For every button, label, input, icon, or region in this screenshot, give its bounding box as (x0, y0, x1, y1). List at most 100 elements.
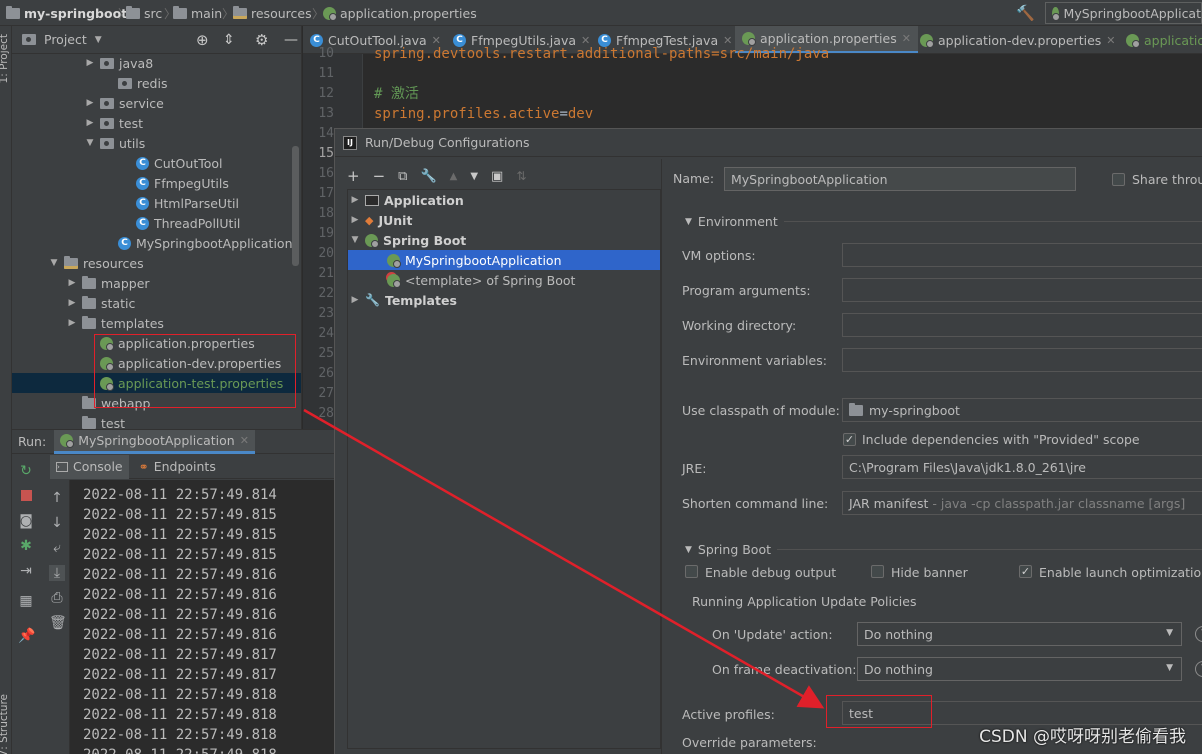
folder-icon (82, 415, 96, 429)
chevron-down-icon[interactable]: ▼ (49, 258, 59, 268)
breadcrumb-resources[interactable]: resources (233, 4, 312, 22)
share-checkbox[interactable] (1112, 173, 1125, 186)
environment-variables-field[interactable] (842, 348, 1202, 372)
tab-endpoints[interactable]: ⚭ Endpoints (139, 459, 216, 474)
run-tab[interactable]: MySpringbootApplication ✕ (54, 429, 255, 454)
debug-output-checkbox[interactable] (685, 565, 698, 578)
minimize-icon[interactable]: — (284, 32, 298, 48)
exit-icon[interactable]: ⇥ (18, 563, 34, 579)
on-frame-deactivation-combo[interactable]: Do nothing ▼ (857, 657, 1182, 681)
chevron-right-icon[interactable]: ▶ (67, 298, 77, 308)
chevron-right-icon[interactable]: ▶ (350, 295, 360, 305)
breadcrumb-project[interactable]: my-springboot (6, 4, 127, 22)
tree-item-htmlparseutil[interactable]: C HtmlParseUtil (12, 193, 301, 213)
config-tree-spring-boot[interactable]: ▼ Spring Boot (348, 230, 660, 250)
tree-item-cutouttool[interactable]: C CutOutTool (12, 153, 301, 173)
project-tool-button[interactable]: 1: Project (0, 34, 10, 83)
console-output[interactable]: 2022-08-11 22:57:49.814 2022-08-11 22:57:… (70, 480, 334, 754)
tree-item-java8[interactable]: ▶ java8 (12, 53, 301, 73)
config-tree-template[interactable]: <template> of Spring Boot (348, 270, 660, 290)
tree-item-ffmpegutils[interactable]: C FfmpegUtils (12, 173, 301, 193)
tab-console[interactable]: › Console (50, 454, 129, 479)
breadcrumb-file[interactable]: application.properties (323, 4, 477, 22)
launch-optimization-checkbox[interactable]: ✓ (1019, 565, 1032, 578)
vm-options-field[interactable] (842, 243, 1202, 267)
tree-item-static[interactable]: ▶ static (12, 293, 301, 313)
remove-icon[interactable]: − (373, 167, 386, 185)
tree-item-test[interactable]: ▶ test (12, 113, 301, 133)
copy-icon[interactable]: ⧉ (398, 169, 407, 184)
chevron-right-icon[interactable]: ▶ (67, 278, 77, 288)
help-icon[interactable]: ? (1195, 626, 1202, 642)
scroll-up-icon[interactable]: ↑ (49, 490, 65, 506)
move-up-icon[interactable]: ▲ (450, 171, 458, 182)
chevron-down-icon[interactable]: ▼ (85, 138, 95, 148)
chevron-right-icon[interactable]: ▶ (85, 58, 95, 68)
tree-item-utils[interactable]: ▼ utils (12, 133, 301, 153)
include-dependencies-checkbox[interactable]: ✓ (843, 433, 856, 446)
program-arguments-field[interactable] (842, 278, 1202, 302)
move-down-icon[interactable]: ▼ (470, 171, 478, 182)
breadcrumb-src[interactable]: src (126, 4, 162, 22)
trash-icon[interactable]: 🗑 (49, 615, 67, 631)
debug-bug-icon[interactable]: ✱ (18, 538, 34, 554)
scroll-to-end-icon[interactable]: ⤓ (49, 565, 65, 581)
chevron-right-icon[interactable]: ▶ (350, 215, 360, 225)
chevron-right-icon[interactable]: ▶ (350, 195, 360, 205)
tab-application-dev-properties[interactable]: application-dev.properties ✕ (913, 26, 1123, 53)
collapse-all-icon[interactable]: ⇕ (223, 32, 235, 48)
structure-tool-button[interactable]: 7: Structure (0, 694, 10, 754)
tree-item-templates[interactable]: ▶ templates (12, 313, 301, 333)
tab-application-test-properties[interactable]: applicatio (1119, 26, 1202, 53)
chevron-right-icon[interactable]: ▶ (67, 318, 77, 328)
sort-icon[interactable]: ⇅ (516, 169, 526, 183)
close-icon[interactable]: ✕ (902, 32, 911, 45)
soft-wrap-icon[interactable]: ⤶ (49, 540, 65, 556)
build-hammer-icon[interactable]: 🔨 (1016, 4, 1035, 22)
jre-combo[interactable]: C:\Program Files\Java\jdk1.8.0_261\jre (842, 455, 1202, 479)
run-config-selector[interactable]: MySpringbootApplicat (1045, 2, 1202, 24)
rerun-icon[interactable]: ↻ (18, 463, 34, 479)
camera-icon[interactable]: ◙ (18, 513, 34, 529)
help-icon[interactable]: ? (1195, 661, 1202, 677)
chevron-right-icon[interactable]: ▶ (85, 118, 95, 128)
project-scrollbar[interactable] (292, 146, 299, 266)
print-icon[interactable]: ⎙ (49, 590, 65, 606)
chevron-down-icon[interactable]: ▼ (350, 235, 360, 245)
wrench-icon[interactable]: 🔧 (420, 169, 436, 184)
tree-item-resources[interactable]: ▼ resources (12, 253, 301, 273)
project-view-title[interactable]: Project (44, 32, 87, 47)
tree-item-redis[interactable]: redis (12, 73, 301, 93)
shorten-command-line-combo[interactable]: JAR manifest - java -cp classpath.jar cl… (842, 491, 1202, 515)
tree-item-test[interactable]: test (12, 413, 301, 429)
new-folder-icon[interactable]: ▣ (491, 169, 503, 184)
tree-item-mapper[interactable]: ▶ mapper (12, 273, 301, 293)
gear-icon[interactable]: ⚙ (255, 31, 268, 49)
environment-section[interactable]: ▼ Environment (685, 214, 1202, 229)
classpath-module-combo[interactable]: my-springboot (842, 398, 1202, 422)
stop-icon[interactable] (18, 488, 34, 504)
add-icon[interactable]: + (347, 167, 360, 185)
on-update-combo[interactable]: Do nothing ▼ (857, 622, 1182, 646)
tree-item-threadpollutil[interactable]: C ThreadPollUtil (12, 213, 301, 233)
pin-icon[interactable]: 📌 (18, 628, 35, 644)
close-icon[interactable]: ✕ (1106, 34, 1115, 47)
name-field[interactable]: MySpringbootApplication (724, 167, 1076, 191)
working-directory-field[interactable] (842, 313, 1202, 337)
locate-icon[interactable]: ⊕ (196, 31, 209, 49)
hide-banner-checkbox[interactable] (871, 565, 884, 578)
dialog-splitter[interactable] (661, 159, 662, 754)
chevron-down-icon[interactable]: ▼ (95, 35, 102, 45)
chevron-right-icon[interactable]: ▶ (85, 98, 95, 108)
config-tree-myspringbootapplication[interactable]: MySpringbootApplication (348, 250, 660, 270)
close-icon[interactable]: ✕ (240, 434, 249, 447)
config-tree-templates[interactable]: ▶ 🔧 Templates (348, 290, 660, 310)
config-tree-junit[interactable]: ▶ ◆ JUnit (348, 210, 660, 230)
spring-boot-section[interactable]: ▼ Spring Boot (685, 542, 1202, 557)
layout-icon[interactable]: ▦ (18, 593, 34, 609)
tree-item-service[interactable]: ▶ service (12, 93, 301, 113)
tree-item-myspringbootapplication[interactable]: C MySpringbootApplication (12, 233, 301, 253)
config-tree-application[interactable]: ▶ Application (348, 190, 660, 210)
scroll-down-icon[interactable]: ↓ (49, 515, 65, 531)
breadcrumb-main[interactable]: main (173, 4, 222, 22)
